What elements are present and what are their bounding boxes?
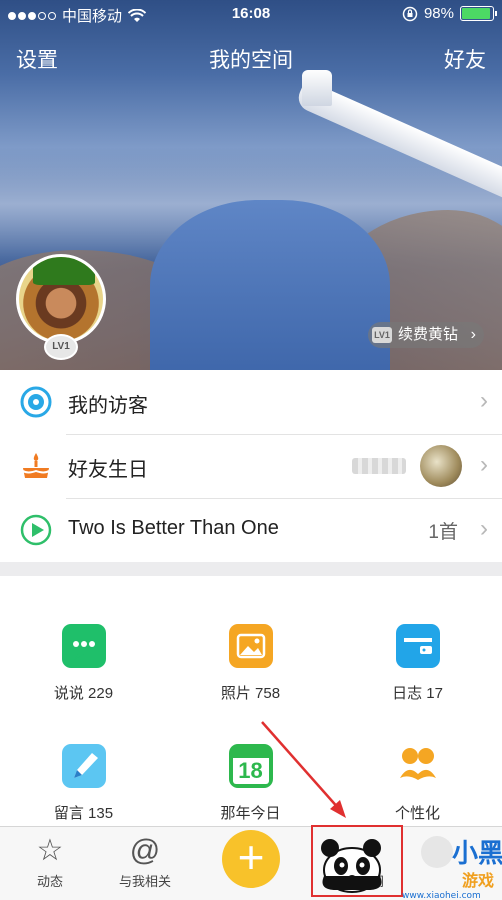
avatar-hat: [33, 257, 95, 285]
avatar[interactable]: [16, 254, 106, 344]
grid-label: 照片 758: [220, 685, 281, 702]
grid-label: 说说 229: [53, 685, 114, 702]
highlight-box: [311, 825, 403, 897]
list-item-birthdays[interactable]: 好友生日 ›: [0, 434, 502, 498]
chevron-right-icon: ›: [470, 326, 476, 343]
rotation-lock-icon: [402, 6, 418, 21]
chevron-right-icon: ›: [480, 387, 488, 414]
blurred-friend-name: [352, 458, 406, 474]
grid-item-diary[interactable]: 日志 17: [334, 624, 501, 703]
visitors-label: 我的访客: [68, 395, 148, 417]
music-title: Two Is Better Than One: [68, 517, 279, 539]
feature-grid: 说说 229 照片 758 日志 17 留言 135 18 那年今日 个性化: [0, 576, 502, 826]
music-count: 1首: [428, 522, 458, 543]
vip-level-badge: LV1: [371, 327, 392, 343]
page-title: 我的空间: [209, 49, 293, 72]
friend-avatar[interactable]: [420, 445, 462, 487]
chevron-right-icon: ›: [480, 515, 488, 542]
section-divider: [0, 562, 502, 576]
photo-icon: [228, 624, 273, 668]
top-nav: 设置 我的空间 好友: [0, 40, 502, 74]
pen-icon: [61, 744, 106, 788]
grid-item-memories[interactable]: 18 那年今日: [167, 744, 334, 823]
mustache-icon: [396, 744, 440, 788]
grid-label: 那年今日: [220, 805, 281, 822]
status-right: 98%: [402, 5, 497, 22]
grid-label: 留言 135: [53, 805, 114, 822]
svg-text:游戏: 游戏: [462, 871, 494, 890]
star-icon: ☆: [36, 834, 64, 867]
grid-label: 个性化: [394, 805, 440, 822]
tab-feed-label: 动态: [36, 874, 63, 889]
birthdays-label: 好友生日: [68, 459, 148, 481]
status-bar: 中国移动 16:08 98%: [0, 0, 502, 28]
battery-icon: [460, 6, 497, 21]
info-list: 我的访客 › 好友生日 › Two Is Better Than One 1首 …: [0, 370, 502, 562]
tab-feed[interactable]: ☆ 动态: [0, 827, 100, 900]
list-item-music[interactable]: Two Is Better Than One 1首 ›: [0, 498, 502, 562]
cover-wingtip: [302, 70, 332, 106]
friends-button[interactable]: 好友: [444, 44, 486, 74]
calendar-icon: 18: [228, 744, 273, 788]
renew-vip-label: 续费黄钻: [397, 326, 458, 343]
cover-sea: [150, 200, 390, 370]
add-post-button[interactable]: +: [222, 830, 280, 888]
renew-vip-button[interactable]: LV1 续费黄钻 ›: [367, 322, 484, 348]
grid-item-guestbook[interactable]: 留言 135: [0, 744, 167, 823]
grid-item-personalize[interactable]: 个性化: [334, 744, 501, 823]
eye-icon: [20, 386, 52, 418]
calendar-day: 18: [238, 758, 263, 783]
watermark-logo: 小黑 游戏 www.xiaohei.com: [402, 836, 502, 900]
tab-mentions-label: 与我相关: [118, 874, 171, 889]
list-item-visitors[interactable]: 我的访客 ›: [0, 370, 502, 434]
grid-item-photos[interactable]: 照片 758: [167, 624, 334, 703]
diary-icon: [395, 624, 440, 668]
chevron-right-icon: ›: [480, 451, 488, 478]
battery-percent: 98%: [423, 5, 454, 22]
cake-icon: [22, 453, 50, 478]
tab-mentions[interactable]: @ 与我相关: [95, 827, 195, 900]
grid-label: 日志 17: [392, 685, 443, 702]
chat-bubble-icon: [61, 624, 106, 668]
svg-text:www.xiaohei.com: www.xiaohei.com: [402, 891, 481, 900]
level-badge: LV1: [44, 334, 78, 360]
grid-item-shuoshuo[interactable]: 说说 229: [0, 624, 167, 703]
play-icon: [20, 514, 52, 546]
at-icon: @: [129, 834, 161, 867]
svg-text:小黑: 小黑: [452, 839, 502, 869]
